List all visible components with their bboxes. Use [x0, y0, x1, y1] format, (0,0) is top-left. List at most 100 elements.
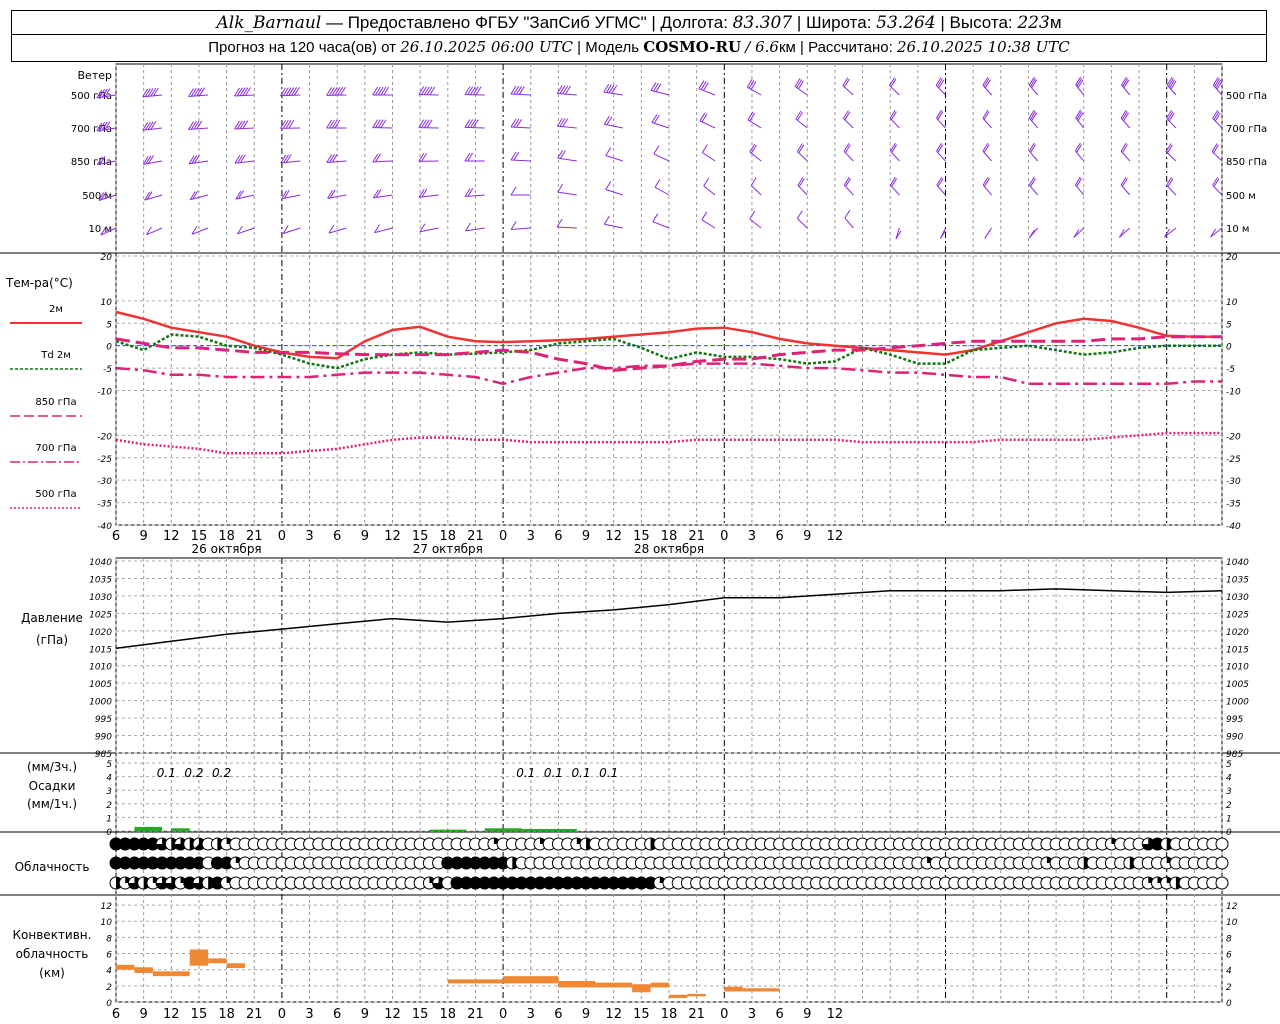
- wind-barb: [651, 114, 670, 129]
- wind-barb: [654, 178, 670, 196]
- conv-cloud-bar: [447, 979, 504, 984]
- pres-title: Давление: [21, 611, 83, 625]
- wind-barb: [326, 119, 347, 129]
- wind-barb: [556, 85, 577, 96]
- temp-ytick-right: -25: [1226, 455, 1241, 465]
- prec-ytick-right: 4: [1226, 774, 1232, 784]
- wind-barb: [749, 210, 762, 229]
- wind-barb: [1212, 76, 1223, 96]
- wind-barb: [746, 78, 762, 96]
- wind-level-label-left: 500 м: [82, 191, 112, 202]
- wind-barb: [1120, 142, 1131, 162]
- conv-cloud-bar: [595, 982, 633, 988]
- temp-legend-label: 2м: [49, 304, 63, 315]
- wind-level-label-left: 850 гПа: [71, 157, 112, 168]
- x-tick-label-bottom: 15: [412, 1007, 429, 1022]
- wind-barb: [889, 77, 900, 96]
- pres-ytick-left: 985: [95, 750, 112, 760]
- conv-cloud-bar: [669, 994, 688, 998]
- wind-barb: [1211, 143, 1223, 162]
- wind-barb: [144, 191, 163, 201]
- x-tick-label-top: 12: [605, 529, 622, 544]
- x-tick-label-bottom: 9: [361, 1007, 369, 1022]
- conv-ytick-left: 10: [101, 918, 113, 928]
- wind-barb: [372, 119, 393, 129]
- pres-ytick-left: 1025: [89, 610, 112, 620]
- wind-barb: [936, 109, 946, 129]
- x-tick-label-bottom: 15: [191, 1007, 208, 1022]
- conv-unit: (км): [39, 966, 65, 980]
- pres-ytick-left: 1015: [89, 645, 112, 655]
- cloud-title: Облачность: [15, 860, 90, 874]
- temp-ytick-left: -40: [97, 522, 112, 532]
- wind-barb: [1075, 76, 1085, 96]
- x-tick-label-top: 3: [748, 529, 756, 544]
- wind-barb: [796, 143, 808, 162]
- wind-barb: [418, 153, 439, 162]
- prec-ytick-right: 5: [1226, 760, 1232, 770]
- x-tick-label-top: 12: [827, 529, 844, 544]
- x-tick-label-bottom: 3: [305, 1007, 313, 1022]
- wind-barb: [1212, 177, 1223, 196]
- wind-barb: [326, 153, 347, 164]
- x-tick-label-bottom: 21: [246, 1007, 263, 1022]
- conv-cloud-bar: [632, 984, 651, 993]
- wind-barb: [1118, 227, 1131, 238]
- wind-barb: [1165, 143, 1177, 162]
- temp-ytick-left: 5: [106, 320, 112, 330]
- pres-ytick-right: 995: [1226, 715, 1243, 725]
- wind-title: Ветер: [78, 69, 112, 82]
- wind-barb: [889, 110, 900, 129]
- wind-barb: [556, 117, 577, 129]
- wind-barb: [372, 86, 393, 96]
- x-tick-label-bottom: 18: [440, 1007, 457, 1022]
- wind-barb: [464, 188, 485, 198]
- prec-ytick-left: 1: [106, 814, 112, 824]
- wind-barb: [188, 120, 209, 131]
- wind-level-label-right: 500 гПа: [1226, 91, 1267, 102]
- wind-barb: [281, 189, 301, 200]
- wind-barb: [1212, 110, 1223, 129]
- wind-barb: [510, 221, 531, 231]
- wind-barb: [1210, 227, 1223, 238]
- conv-cloud-bar: [558, 981, 596, 988]
- wind-barb: [464, 152, 485, 162]
- temp-ytick-left: -25: [97, 455, 112, 465]
- conv-cloud-bar: [208, 958, 227, 964]
- wind-barb: [842, 77, 854, 96]
- x-tick-label-bottom: 6: [554, 1007, 562, 1022]
- temp-ytick-left: -10: [97, 388, 112, 398]
- wind-barb: [795, 110, 808, 129]
- pres-ytick-right: 1000: [1226, 698, 1249, 708]
- temp-ytick-right: -20: [1226, 432, 1241, 442]
- temp-legend-label: 500 гПа: [35, 489, 76, 500]
- x-tick-label-top: 9: [803, 529, 811, 544]
- x-tick-label-bottom: 18: [661, 1007, 678, 1022]
- pres-ytick-right: 1030: [1226, 593, 1249, 603]
- x-tick-label-top: 3: [527, 529, 535, 544]
- wind-barb: [843, 143, 854, 162]
- conv-ytick-left: 12: [101, 902, 113, 912]
- x-tick-label-bottom: 18: [218, 1007, 235, 1022]
- conv-cloud-bar: [687, 993, 706, 997]
- prec-ytick-left: 5: [106, 760, 112, 770]
- wind-barb: [188, 87, 209, 98]
- pres-ytick-right: 1010: [1226, 663, 1249, 673]
- prec-ytick-left: 3: [106, 787, 112, 797]
- wind-barb: [142, 87, 163, 98]
- conv-ytick-right: 2: [1226, 983, 1232, 993]
- wind-barb: [1166, 110, 1177, 129]
- temp-legend-label: 850 гПа: [35, 397, 76, 408]
- cloud-cover-circle: [1215, 856, 1229, 870]
- wind-barb: [698, 80, 716, 96]
- x-tick-label-top: 0: [499, 529, 507, 544]
- temp-ytick-right: -10: [1226, 388, 1241, 398]
- wind-barb: [1075, 109, 1085, 129]
- wind-barb: [982, 176, 992, 196]
- prec-bar: [429, 829, 467, 831]
- pres-ytick-left: 1035: [89, 575, 112, 585]
- wind-barb: [510, 118, 531, 129]
- conv-ytick-right: 4: [1226, 967, 1232, 977]
- wind-barb: [372, 189, 393, 199]
- pres-ytick-left: 990: [95, 733, 112, 743]
